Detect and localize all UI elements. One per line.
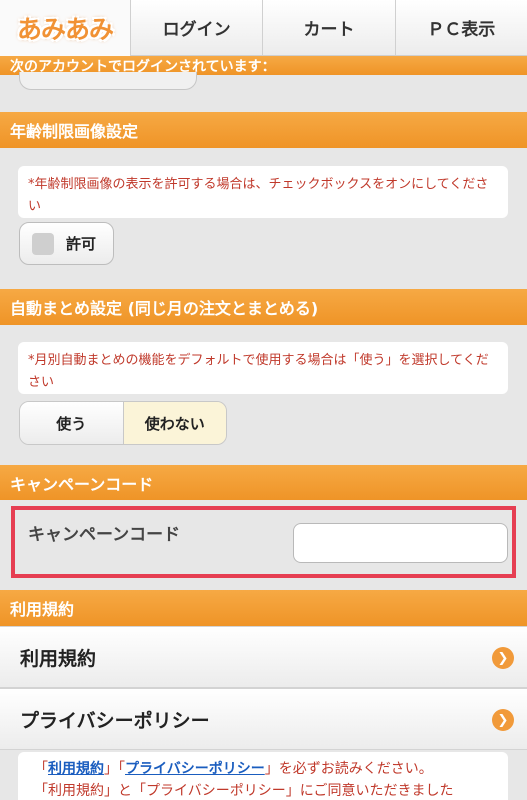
terms-title: 利用規約 bbox=[10, 600, 75, 619]
amiami-logo[interactable]: あみあみ bbox=[0, 0, 131, 56]
not-use-option[interactable]: 使わない bbox=[123, 402, 226, 444]
campaign-code-label: キャンペーンコード bbox=[28, 525, 181, 545]
use-option[interactable]: 使う bbox=[20, 402, 124, 444]
logo-text: あみあみ bbox=[16, 15, 114, 44]
age-permit-checkbox[interactable]: 許可 bbox=[19, 222, 114, 265]
privacy-link[interactable]: プライバシーポリシー bbox=[125, 761, 265, 777]
notice-tail: 」を必ずお読みください。 bbox=[264, 761, 433, 777]
age-setting-title: 年齢制限画像設定 bbox=[10, 122, 139, 141]
terms-row[interactable]: 利用規約 ❯ bbox=[0, 626, 527, 688]
auto-merge-header: 自動まとめ設定 (同じ月の注文とまとめる) bbox=[0, 289, 527, 325]
auto-merge-toggle: 使う 使わない bbox=[19, 401, 227, 445]
top-nav: あみあみ ログイン カート ＰＣ表示 bbox=[0, 0, 527, 56]
quote-open: 「 bbox=[34, 761, 48, 777]
age-setting-header: 年齢制限画像設定 bbox=[0, 112, 527, 148]
login-button[interactable]: ログイン bbox=[131, 0, 264, 55]
cart-button[interactable]: カート bbox=[263, 0, 396, 55]
age-setting-note: *年齢制限画像の表示を許可する場合は、チェックボックスをオンにしてください bbox=[18, 166, 508, 218]
terms-link[interactable]: 利用規約 bbox=[48, 761, 104, 777]
notice-line-2: 「利用規約」と「プライバシーポリシー」にご同意いただきました bbox=[34, 783, 454, 799]
age-permit-label: 許可 bbox=[66, 235, 97, 253]
campaign-title: キャンペーンコード bbox=[10, 474, 154, 494]
terms-header: 利用規約 bbox=[0, 590, 527, 626]
pc-view-button[interactable]: ＰＣ表示 bbox=[395, 0, 527, 55]
auto-merge-note: *月別自動まとめの機能をデフォルトで使用する場合は「使う」を選択してください bbox=[18, 342, 508, 394]
privacy-policy-row[interactable]: プライバシーポリシー ❯ bbox=[0, 688, 527, 750]
privacy-row-label: プライバシーポリシー bbox=[20, 709, 210, 732]
campaign-header: キャンペーンコード bbox=[0, 465, 527, 500]
campaign-code-input[interactable] bbox=[293, 523, 508, 563]
auto-merge-title: 自動まとめ設定 (同じ月の注文とまとめる) bbox=[10, 299, 319, 318]
quote-mid: 」「 bbox=[104, 761, 125, 777]
logout-button-partial[interactable] bbox=[19, 72, 197, 90]
chevron-right-icon: ❯ bbox=[492, 647, 514, 669]
terms-notice: 「利用規約」「プライバシーポリシー」を必ずお読みください。 「利用規約」と「プラ… bbox=[18, 752, 508, 800]
notice-line-1: 「利用規約」「プライバシーポリシー」を必ずお読みください。 bbox=[34, 758, 492, 780]
checkbox-icon bbox=[32, 232, 54, 255]
chevron-right-icon: ❯ bbox=[492, 709, 514, 731]
terms-row-label: 利用規約 bbox=[20, 647, 97, 670]
